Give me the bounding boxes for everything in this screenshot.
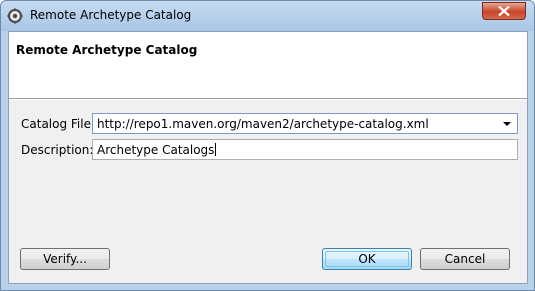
catalog-file-value: http://repo1.maven.org/maven2/archetype-… xyxy=(97,117,429,131)
dialog-header-title: Remote Archetype Catalog xyxy=(16,43,198,57)
close-button[interactable] xyxy=(482,2,526,20)
catalog-file-combo[interactable]: http://repo1.maven.org/maven2/archetype-… xyxy=(92,113,518,134)
title-bar[interactable]: Remote Archetype Catalog xyxy=(1,1,534,31)
window-title: Remote Archetype Catalog xyxy=(30,8,192,22)
description-field[interactable]: Archetype Catalogs xyxy=(92,139,518,160)
description-value: Archetype Catalogs xyxy=(97,143,215,157)
dialog-header: Remote Archetype Catalog xyxy=(9,32,527,99)
verify-button[interactable]: Verify... xyxy=(20,248,110,270)
cancel-button[interactable]: Cancel xyxy=(420,248,510,270)
chevron-down-icon[interactable] xyxy=(503,122,511,126)
ok-button[interactable]: OK xyxy=(322,248,412,270)
dialog-client-area: Remote Archetype Catalog Catalog File: h… xyxy=(8,31,528,284)
ok-button-label: OK xyxy=(358,252,376,266)
dialog-window: Remote Archetype Catalog Remote Archetyp… xyxy=(0,0,535,291)
verify-button-label: Verify... xyxy=(43,252,87,266)
catalog-file-label: Catalog File: xyxy=(21,117,96,131)
text-caret xyxy=(215,143,217,156)
description-label: Description: xyxy=(21,143,94,157)
header-divider xyxy=(9,99,527,100)
gear-icon xyxy=(7,8,23,24)
close-icon xyxy=(498,6,510,16)
cancel-button-label: Cancel xyxy=(444,252,486,266)
